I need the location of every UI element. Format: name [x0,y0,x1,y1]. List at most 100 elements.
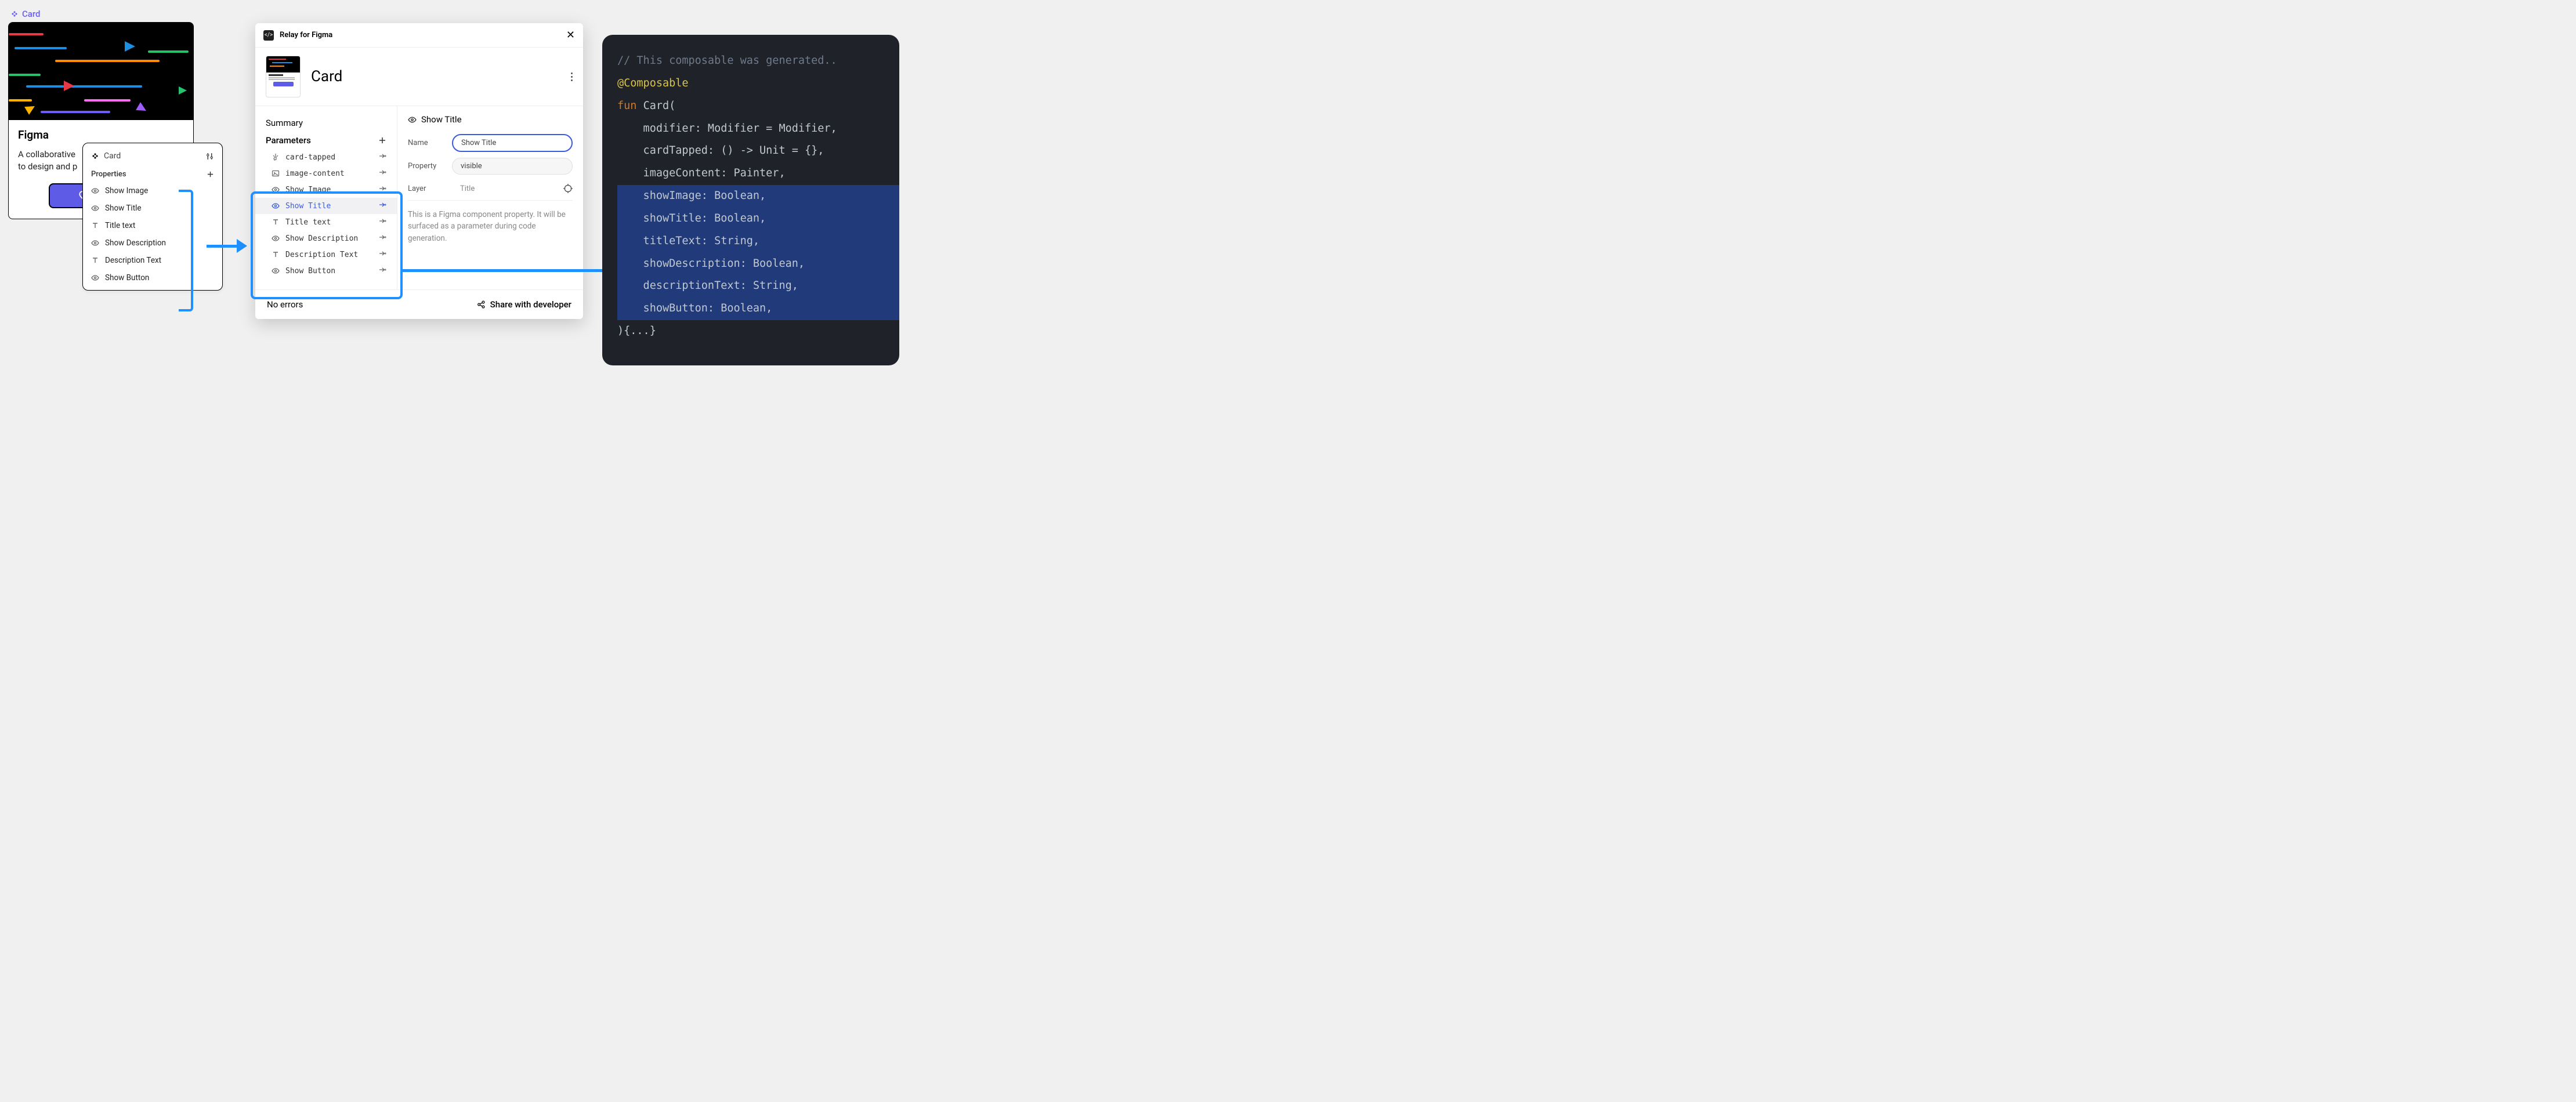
name-label: Name [408,139,445,147]
component-icon [91,152,99,160]
parameter-row[interactable]: image-content [255,165,397,182]
relay-logo-icon: </> [263,30,274,41]
outbound-icon [378,168,386,179]
layer-label: Layer [408,184,445,193]
eye-icon [91,239,99,247]
eye-icon [272,267,280,275]
name-input[interactable]: Show Title [452,134,573,152]
outbound-icon [378,184,386,195]
code-line: showDescription: Boolean, [617,253,899,276]
relay-header: </> Relay for Figma ✕ [255,23,583,48]
text-icon [91,256,99,264]
tap-icon [272,153,280,161]
text-icon [91,222,99,230]
property-label: Show Description [105,238,166,248]
property-row[interactable]: Show Image [83,182,222,200]
outbound-icon [378,249,386,260]
code-line: modifier: Modifier = Modifier, [617,118,899,140]
outbound-icon [378,152,386,162]
plus-icon[interactable] [207,171,214,178]
eye-icon [272,202,280,210]
image-icon [272,169,280,177]
code-line: ){...} [617,320,899,343]
detail-heading: Show Title [421,114,462,125]
property-select[interactable]: visible [452,158,573,175]
parameter-row[interactable]: card-tapped [255,149,397,165]
card-title: Figma [18,128,184,142]
parameter-label: Show Title [285,202,331,211]
code-line: descriptionText: String, [617,275,899,298]
property-label: Show Title [105,204,142,213]
text-icon [272,218,280,226]
code-line: @Composable [617,72,899,95]
parameter-row[interactable]: Show Image [255,182,397,198]
eye-icon [272,186,280,194]
eye-icon [272,234,280,242]
parameter-label: image-content [285,169,345,178]
component-icon [10,10,19,18]
share-button[interactable]: Share with developer [476,299,571,310]
relay-right-panel: Show Title Name Show Title Property visi… [397,106,583,289]
layer-value: Title [452,184,556,193]
parameter-label: Show Button [285,267,335,276]
parameter-row[interactable]: Show Title [255,198,397,214]
close-icon[interactable]: ✕ [566,29,575,41]
detail-info-text: This is a Figma component property. It w… [408,209,573,244]
outbound-icon [378,201,386,211]
code-line: titleText: String, [617,230,899,253]
outbound-icon [378,217,386,227]
code-line: showImage: Boolean, [617,185,899,208]
component-label: Card [10,9,41,19]
code-line: cardTapped: () -> Unit = {}, [617,140,899,162]
parameter-label: Title text [285,218,331,227]
code-line: imageContent: Painter, [617,162,899,185]
parameter-label: card-tapped [285,153,335,162]
relay-app-title: Relay for Figma [280,31,332,39]
target-icon[interactable] [563,184,573,193]
property-label: Description Text [105,256,161,265]
outbound-icon [378,233,386,244]
code-line: showTitle: Boolean, [617,208,899,230]
errors-status: No errors [267,299,303,310]
parameter-label: Show Image [285,186,331,194]
relay-thumbnail [266,56,301,97]
property-row[interactable]: Show Description [83,234,222,252]
parameter-row[interactable]: Title text [255,214,397,230]
summary-section[interactable]: Summary [255,114,397,132]
relay-left-panel: Summary Parameters card-tapped image-cont… [255,106,397,289]
property-row[interactable]: Title text [83,217,222,234]
property-label: Show Image [105,186,148,195]
text-icon [272,251,280,259]
relay-dialog: </> Relay for Figma ✕ Card Summary P [255,23,583,319]
eye-icon [408,115,417,124]
property-label: Title text [105,221,135,230]
eye-icon [91,204,99,212]
properties-panel-title: Card [104,151,121,161]
parameters-section[interactable]: Parameters [255,132,397,149]
parameter-label: Description Text [285,251,358,259]
code-line: // This composable was generated.. [617,50,899,72]
share-icon [476,300,486,309]
parameter-row[interactable]: Show Description [255,230,397,246]
code-line: fun Card( [617,95,899,118]
property-row[interactable]: Description Text [83,252,222,269]
property-label: Show Button [105,273,149,282]
sliders-icon[interactable] [205,152,214,161]
property-row[interactable]: Show Button [83,269,222,287]
property-row[interactable]: Show Title [83,200,222,217]
code-block: // This composable was generated..@Compo… [602,35,899,365]
parameter-row[interactable]: Description Text [255,246,397,263]
parameter-label: Show Description [285,234,358,243]
property-label: Property [408,162,445,171]
properties-panel: Card Properties Show ImageShow TitleTitl… [82,143,223,291]
eye-icon [91,187,99,195]
parameter-row[interactable]: Show Button [255,263,397,279]
plus-icon[interactable] [378,136,386,144]
more-icon[interactable] [571,72,573,81]
relay-card-title: Card [311,68,342,85]
eye-icon [91,274,99,282]
component-label-text: Card [22,9,41,19]
card-hero-image [9,23,193,120]
code-line: showButton: Boolean, [617,298,899,320]
outbound-icon [378,266,386,276]
